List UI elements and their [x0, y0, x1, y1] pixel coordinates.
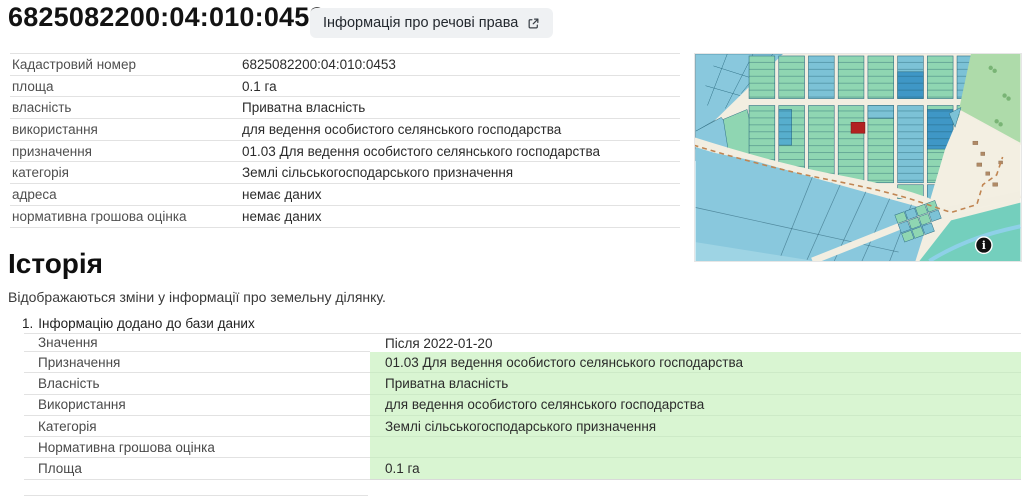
table-row: Кадастровий номер 6825082200:04:010:0453 [10, 54, 680, 76]
history-item-label: Інформацію додано до бази даних [38, 316, 254, 331]
history-row: Власність Приватна власність [24, 373, 1021, 394]
row-label: Кадастровий номер [10, 57, 242, 72]
history-row: Використання для ведення особистого селя… [24, 395, 1021, 416]
row-value: Землі сільськогосподарського призначення [242, 165, 680, 180]
next-item-divider [24, 495, 368, 496]
history-row: Площа 0.1 га [24, 458, 1021, 479]
info-icon[interactable]: i [975, 236, 993, 254]
row-value: Приватна власність [242, 100, 680, 115]
row-label: адреса [10, 187, 242, 202]
table-row: використання для ведення особистого селя… [10, 119, 680, 141]
row-label: Площа [24, 458, 370, 479]
parcel-attributes-table: Кадастровий номер 6825082200:04:010:0453… [10, 53, 680, 228]
rights-info-button-label: Інформація про речові права [323, 15, 518, 31]
history-header-value: Після 2022-01-20 [370, 334, 1021, 352]
cadastral-map[interactable]: i [694, 53, 1022, 262]
table-row: категорія Землі сільськогосподарського п… [10, 162, 680, 184]
rights-info-button[interactable]: Інформація про речові права [310, 8, 553, 38]
table-row: адреса немає даних [10, 184, 680, 206]
external-link-icon [527, 17, 540, 30]
table-row: нормативна грошова оцінка немає даних [10, 206, 680, 228]
row-value: 0.1 га [370, 458, 1021, 479]
history-item-number: 1. [22, 316, 33, 331]
row-value: немає даних [242, 209, 680, 224]
table-row: власність Приватна власність [10, 97, 680, 119]
row-label: Власність [24, 373, 370, 394]
row-label: використання [10, 122, 242, 137]
history-header-label: Значення [24, 334, 370, 352]
row-label: призначення [10, 144, 242, 159]
row-value: для ведення особистого селянського госпо… [242, 122, 680, 137]
row-value: 0.1 га [242, 79, 680, 94]
history-header-row: Значення Після 2022-01-20 [24, 333, 1021, 352]
history-description: Відображаються зміни у інформації про зе… [8, 289, 386, 305]
cadastral-parcel-page: 6825082200:04:010:0453 Інформація про ре… [0, 0, 1024, 502]
row-label: площа [10, 79, 242, 94]
row-value: для ведення особистого селянського госпо… [370, 395, 1021, 416]
row-value: 01.03 Для ведення особистого селянського… [242, 144, 680, 159]
row-value: 01.03 Для ведення особистого селянського… [370, 352, 1021, 373]
row-label: Категорія [24, 416, 370, 437]
row-label: нормативна грошова оцінка [10, 209, 242, 224]
row-value: 6825082200:04:010:0453 [242, 57, 680, 72]
table-row: призначення 01.03 Для ведення особистого… [10, 141, 680, 163]
table-row: площа 0.1 га [10, 76, 680, 98]
history-heading: Історія [8, 248, 103, 280]
selected-parcel [851, 122, 865, 133]
row-label: власність [10, 100, 242, 115]
history-row: Призначення 01.03 Для ведення особистого… [24, 352, 1021, 373]
row-value: немає даних [242, 187, 680, 202]
row-label: категорія [10, 165, 242, 180]
row-value: Приватна власність [370, 373, 1021, 394]
row-label: Призначення [24, 352, 370, 373]
svg-text:i: i [982, 239, 986, 252]
row-value: Землі сільськогосподарського призначення [370, 416, 1021, 437]
history-row: Нормативна грошова оцінка [24, 437, 1021, 458]
row-label: Використання [24, 395, 370, 416]
page-title: 6825082200:04:010:0453 [8, 2, 325, 33]
row-value [370, 437, 1021, 458]
row-label: Нормативна грошова оцінка [24, 437, 370, 458]
history-table: Значення Після 2022-01-20 Призначення 01… [24, 333, 1021, 480]
history-item-title: 1. Інформацію додано до бази даних [22, 316, 255, 331]
history-row: Категорія Землі сільськогосподарського п… [24, 416, 1021, 437]
